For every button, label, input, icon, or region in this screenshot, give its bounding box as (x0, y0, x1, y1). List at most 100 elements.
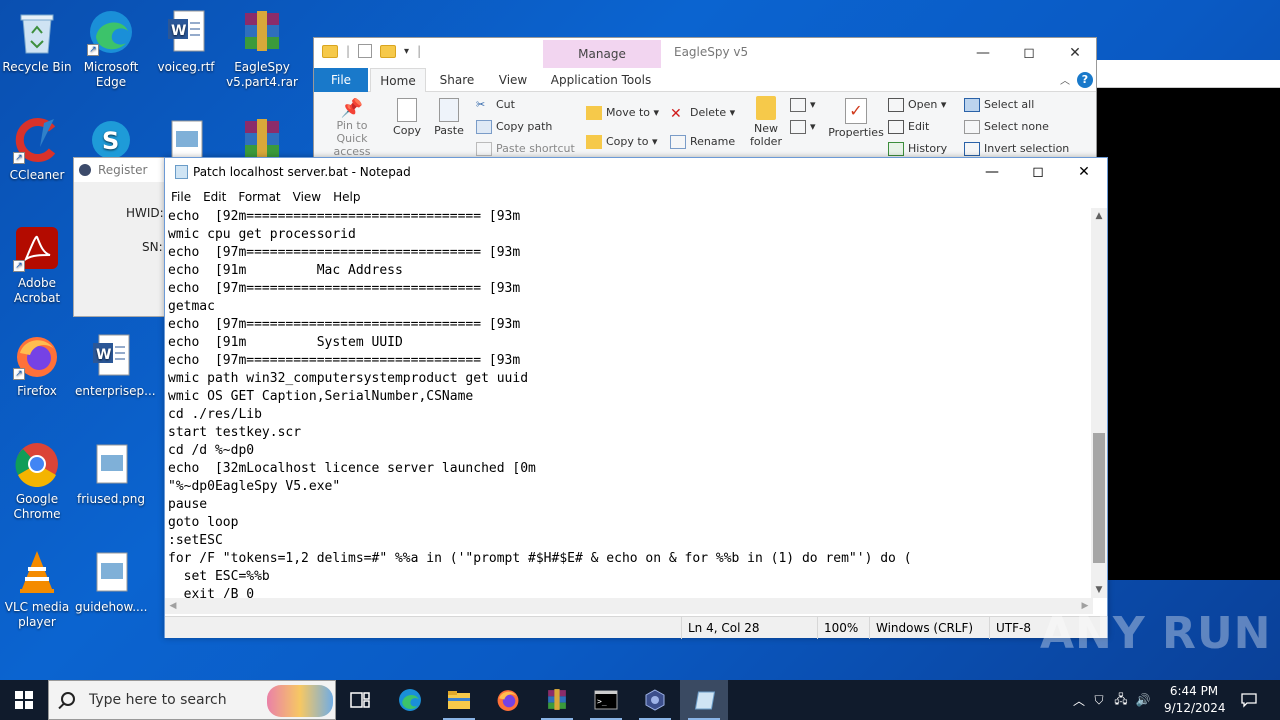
menu-file[interactable]: File (165, 186, 197, 208)
start-button[interactable] (0, 680, 48, 720)
move-to-button[interactable]: Move to ▾ (586, 106, 659, 120)
explorer-window-controls: — ◻ ✕ (960, 38, 1098, 68)
notification-button[interactable] (1234, 680, 1264, 720)
close-icon[interactable]: ✕ (1052, 38, 1098, 68)
svg-text:W: W (96, 347, 111, 363)
copy-path-button[interactable]: Copy path (476, 120, 552, 134)
desktop-icon-guidehow[interactable]: guidehow.... (75, 548, 147, 615)
shortcut-arrow-icon: ↗ (87, 44, 99, 56)
notepad-text-area[interactable]: echo [92m============================== … (165, 208, 1093, 598)
notepad-content[interactable]: echo [92m============================== … (165, 208, 1093, 598)
rename-label: Rename (690, 135, 736, 148)
minimize-icon[interactable]: — (960, 38, 1006, 68)
desktop-icon-adobe-acrobat[interactable]: ↗ Adobe Acrobat (1, 224, 73, 306)
cut-button[interactable]: ✂ Cut (476, 98, 515, 112)
ccleaner-icon: ↗ (13, 116, 61, 164)
tab-share[interactable]: Share (434, 68, 480, 92)
new-item-button[interactable]: ▾ (790, 98, 816, 112)
vertical-scrollbar[interactable]: ▲ ▼ (1091, 208, 1107, 598)
rename-button[interactable]: Rename (670, 135, 735, 149)
copy-to-button[interactable]: Copy to ▾ (586, 135, 657, 149)
paste-button[interactable]: Paste (432, 98, 466, 137)
tab-application-tools[interactable]: Application Tools (546, 68, 656, 92)
taskbar-file-explorer[interactable] (435, 680, 483, 720)
desktop-icon-voiceg-rtf[interactable]: W voiceg.rtf (150, 8, 222, 75)
desktop-icon-enterprisep[interactable]: W enterprisep... (75, 332, 156, 399)
desktop-icon-chrome[interactable]: Google Chrome (1, 440, 73, 522)
properties-button[interactable]: ✓ Properties (828, 98, 884, 139)
notepad-line: echo [91m System UUID (168, 335, 403, 350)
paste-shortcut-button[interactable]: Paste shortcut (476, 142, 575, 156)
notepad-line: echo [97m============================== … (168, 317, 521, 332)
menu-help[interactable]: Help (327, 186, 366, 208)
maximize-icon[interactable]: ◻ (1015, 158, 1061, 186)
open-button[interactable]: Open ▾ (888, 98, 946, 112)
easy-access-button[interactable]: ▾ (790, 120, 816, 134)
scroll-up-icon[interactable]: ▲ (1091, 208, 1107, 224)
taskbar-edge[interactable] (386, 680, 434, 720)
taskbar-firefox[interactable] (484, 680, 532, 720)
copy-button[interactable]: Copy (390, 98, 424, 137)
select-all-label: Select all (984, 98, 1035, 111)
close-icon[interactable]: ✕ (1061, 158, 1107, 186)
recycle-bin-icon (13, 8, 61, 56)
taskbar-notepad[interactable] (680, 680, 728, 720)
menu-format[interactable]: Format (232, 186, 286, 208)
menu-view[interactable]: View (287, 186, 327, 208)
tab-manage[interactable]: Manage (543, 40, 661, 68)
pin-quick-access-button[interactable]: 📌 Pin to Quick access (320, 98, 384, 158)
task-view-button[interactable] (336, 680, 384, 720)
scroll-down-icon[interactable]: ▼ (1091, 582, 1107, 598)
volume-icon[interactable]: 🔊 (1132, 693, 1154, 707)
taskbar-cmd[interactable]: >_ (582, 680, 630, 720)
maximize-icon[interactable]: ◻ (1006, 38, 1052, 68)
desktop-icon-friused-png[interactable]: friused.png (75, 440, 147, 507)
taskbar-eaglespy[interactable] (631, 680, 679, 720)
taskbar-search-box[interactable]: Type here to search (48, 680, 336, 720)
desktop-icon-firefox[interactable]: ↗ Firefox (1, 332, 73, 399)
desktop-icon-label: CCleaner (9, 168, 65, 182)
chevron-down-icon[interactable]: ▾ (404, 46, 409, 57)
desktop-icon-edge[interactable]: ↗ Microsoft Edge (75, 8, 147, 90)
notepad-window[interactable]: Patch localhost server.bat - Notepad — ◻… (164, 157, 1108, 639)
scrollbar-thumb[interactable] (1093, 433, 1105, 563)
ribbon: 📌 Pin to Quick access Copy Paste ✂ Cut Co… (314, 92, 1096, 162)
desktop-icon-eaglespy-rar[interactable]: EagleSpy v5.part4.rar (226, 8, 298, 90)
desktop-icon-ccleaner[interactable]: ↗ CCleaner (1, 116, 73, 183)
horizontal-scrollbar[interactable]: ◀ ▶ (165, 598, 1093, 614)
invert-selection-button[interactable]: Invert selection (964, 142, 1069, 156)
copy-icon (397, 98, 417, 122)
desktop-icon-recycle-bin[interactable]: Recycle Bin (1, 8, 73, 75)
copy-to-label: Copy to (606, 135, 649, 148)
taskbar-winrar[interactable] (533, 680, 581, 720)
tab-view[interactable]: View (490, 68, 536, 92)
new-folder-button[interactable]: New folder (746, 96, 786, 148)
properties-label: Properties (828, 126, 884, 139)
tab-home[interactable]: Home (370, 68, 426, 92)
network-icon[interactable]: 🖧 (1110, 690, 1132, 711)
chrome-icon (13, 440, 61, 488)
history-button[interactable]: History (888, 142, 947, 156)
register-window[interactable]: Register HWID: SN: (73, 157, 173, 317)
collapse-ribbon-icon[interactable]: ︿ (1060, 72, 1070, 87)
menu-edit[interactable]: Edit (197, 186, 232, 208)
sn-label: SN: (142, 240, 163, 254)
windows-logo-icon (15, 691, 33, 709)
delete-button[interactable]: ✕ Delete ▾ (670, 106, 735, 122)
edit-button[interactable]: Edit (888, 120, 929, 134)
scroll-left-icon[interactable]: ◀ (165, 598, 181, 614)
file-explorer-window[interactable]: | ▾ | Manage EagleSpy v5 — ◻ ✕ File Home… (313, 37, 1097, 162)
new-folder-qat-icon[interactable] (380, 44, 397, 58)
chevron-up-icon[interactable]: ︿ (1070, 692, 1088, 709)
minimize-icon[interactable]: — (969, 158, 1015, 186)
properties-qat-icon[interactable] (358, 44, 373, 58)
tab-file[interactable]: File (314, 68, 368, 92)
svg-text:S: S (102, 127, 119, 155)
select-none-button[interactable]: Select none (964, 120, 1049, 134)
network-security-icon[interactable]: ⛉ (1088, 693, 1110, 708)
taskbar-clock[interactable]: 6:44 PM 9/12/2024 (1164, 683, 1226, 717)
desktop-icon-vlc[interactable]: VLC media player (1, 548, 73, 630)
select-all-button[interactable]: Select all (964, 98, 1034, 112)
copy-path-icon (476, 120, 492, 134)
help-icon[interactable]: ? (1077, 72, 1093, 88)
